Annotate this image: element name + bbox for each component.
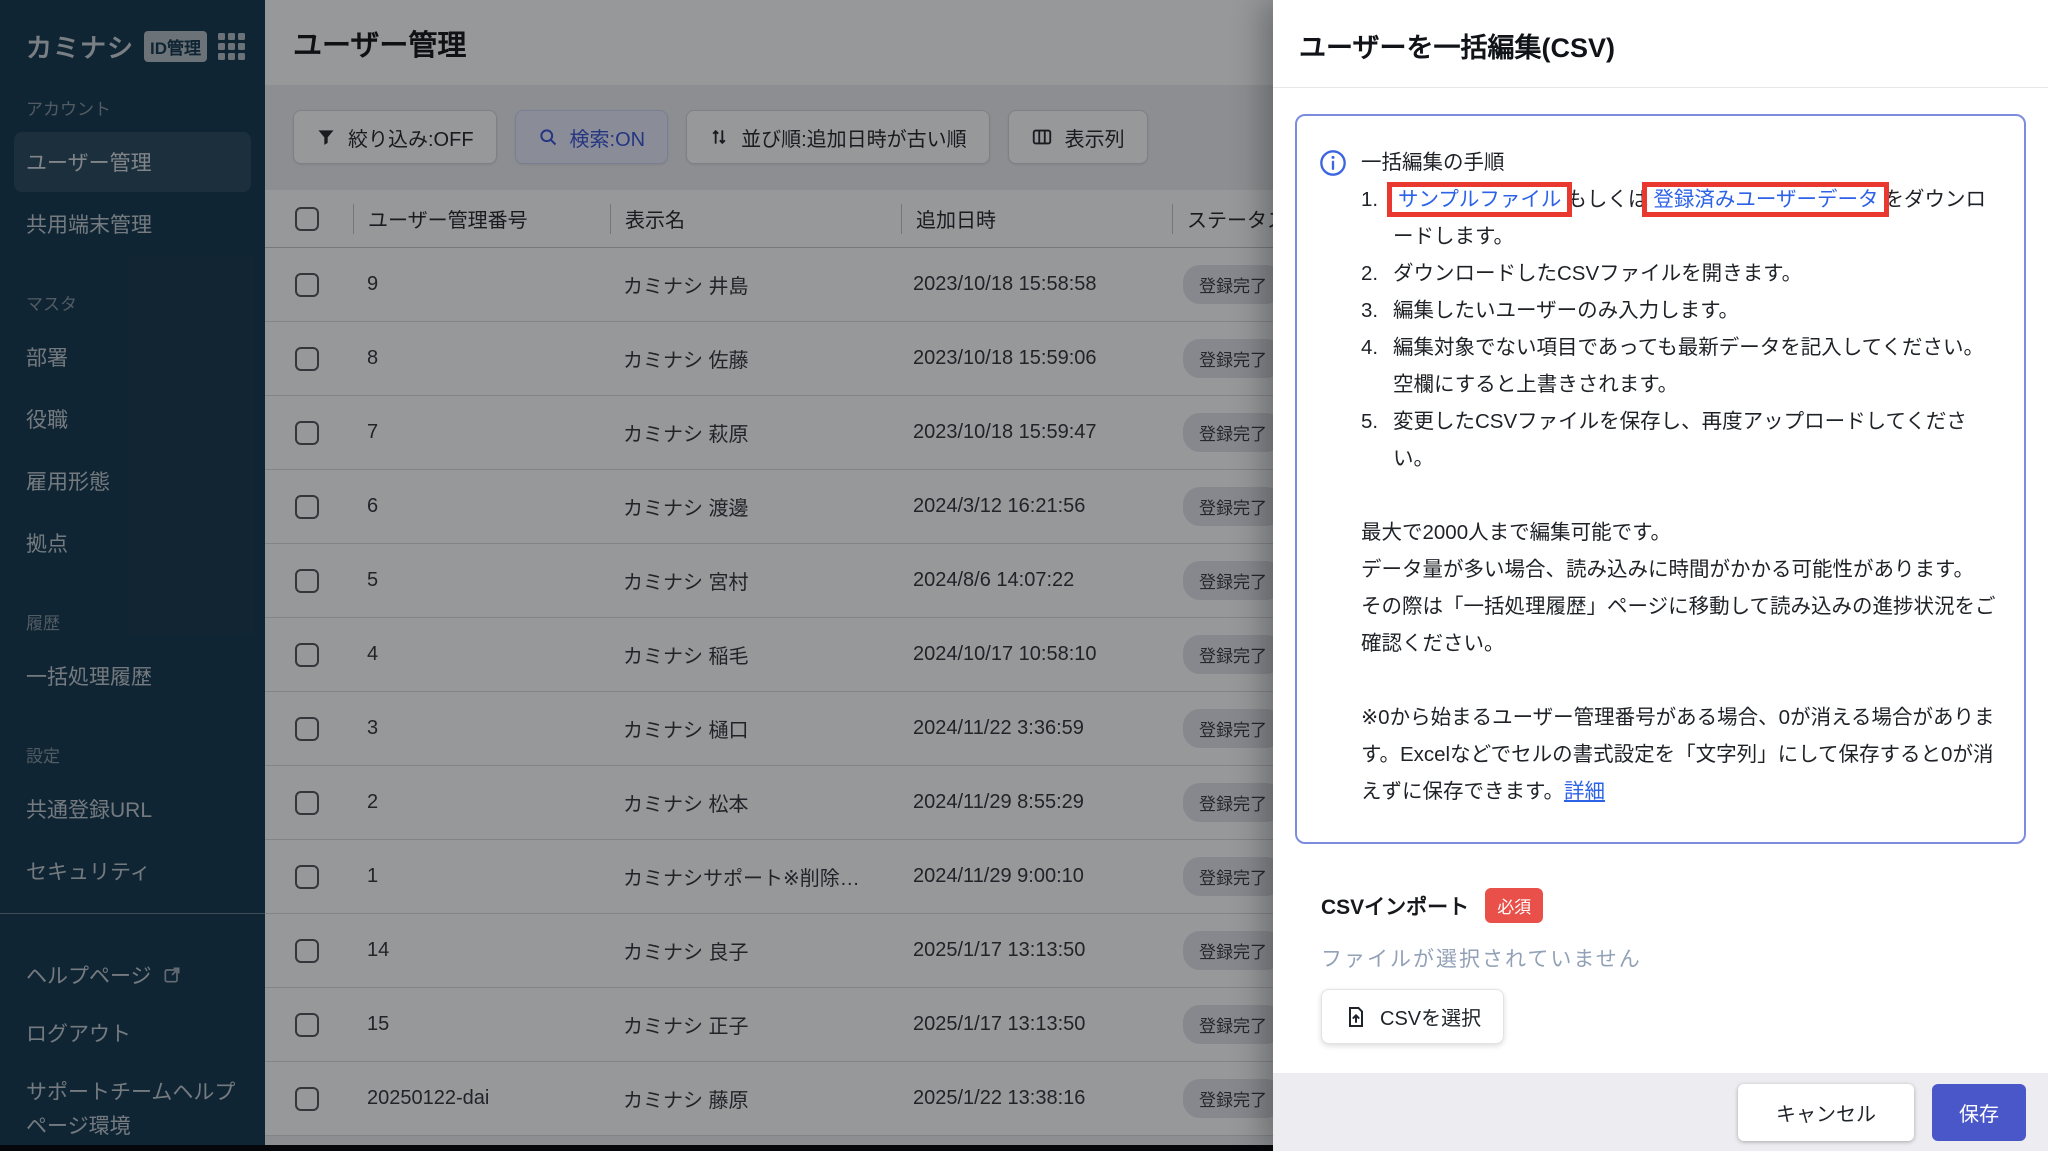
guide-info-box: 一括編集の手順 1. サンプルファイル もしくは 登録済みユーザーデータ をダウンロー… — [1295, 114, 2026, 844]
select-csv-button[interactable]: CSVを選択 — [1321, 989, 1505, 1044]
guide-title: 一括編集の手順 — [1361, 151, 1505, 174]
registered-user-data-link[interactable]: 登録済みユーザーデータ — [1642, 182, 1890, 217]
detail-link[interactable]: 詳細 — [1564, 780, 1605, 803]
csv-import-label: CSVインポート — [1321, 895, 1470, 919]
guide-content: 一括編集の手順 1. サンプルファイル もしくは 登録済みユーザーデータ をダウンロー… — [1361, 144, 2000, 810]
required-badge: 必須 — [1485, 888, 1544, 923]
cancel-button[interactable]: キャンセル — [1738, 1083, 1914, 1141]
no-file-selected-text: ファイルが選択されていません — [1321, 948, 1642, 971]
csv-import-section: CSVインポート 必須 ファイルが選択されていません CSVを選択 — [1295, 844, 2026, 1044]
modal-header: ユーザーを一括編集(CSV) — [1273, 0, 2048, 88]
guide-step-2: 2. ダウンロードしたCSVファイルを開きます。 — [1361, 262, 1803, 285]
info-icon — [1320, 150, 1346, 176]
sample-file-link[interactable]: サンプルファイル — [1386, 182, 1573, 217]
modal-footer: キャンセル 保存 — [1273, 1073, 2048, 1151]
guide-step-4: 4. 編集対象でない項目であっても最新データを記入してください。空欄にすると上書… — [1361, 336, 1985, 396]
guide-caution: ※0から始まるユーザー管理番号がある場合、0が消える場合があります。Excelな… — [1361, 706, 1995, 803]
bulk-edit-csv-modal: ユーザーを一括編集(CSV) 一括編集の手順 1. サンプルファイル もしくは 登録… — [1273, 0, 2048, 1151]
guide-note-load-time: データ量が多い場合、読み込みに時間がかかる可能性があります。 — [1361, 558, 1974, 581]
file-upload-icon — [1349, 1006, 1363, 1027]
app-root: カミナシ ID管理 アカウント ユーザー管理 共用端末管理 マスタ 部署 役職 … — [0, 0, 2048, 1151]
guide-note-max: 最大で2000人まで編集可能です。 — [1361, 521, 1672, 544]
modal-title: ユーザーを一括編集(CSV) — [1299, 33, 1615, 63]
guide-step-1: 1. サンプルファイル もしくは 登録済みユーザーデータ をダウンロードします。 — [1361, 182, 1986, 248]
guide-note-history-page: その際は「一括処理履歴」ページに移動して読み込みの進捗状況をご確認ください。 — [1361, 595, 1996, 655]
dim-overlay — [0, 0, 1273, 1151]
guide-step-5: 5. 変更したCSVファイルを保存し、再度アップロードしてください。 — [1361, 410, 1967, 470]
modal-body: 一括編集の手順 1. サンプルファイル もしくは 登録済みユーザーデータ をダウンロー… — [1273, 88, 2048, 1073]
save-button[interactable]: 保存 — [1932, 1083, 2026, 1141]
guide-step-3: 3. 編集したいユーザーのみ入力します。 — [1361, 299, 1740, 322]
